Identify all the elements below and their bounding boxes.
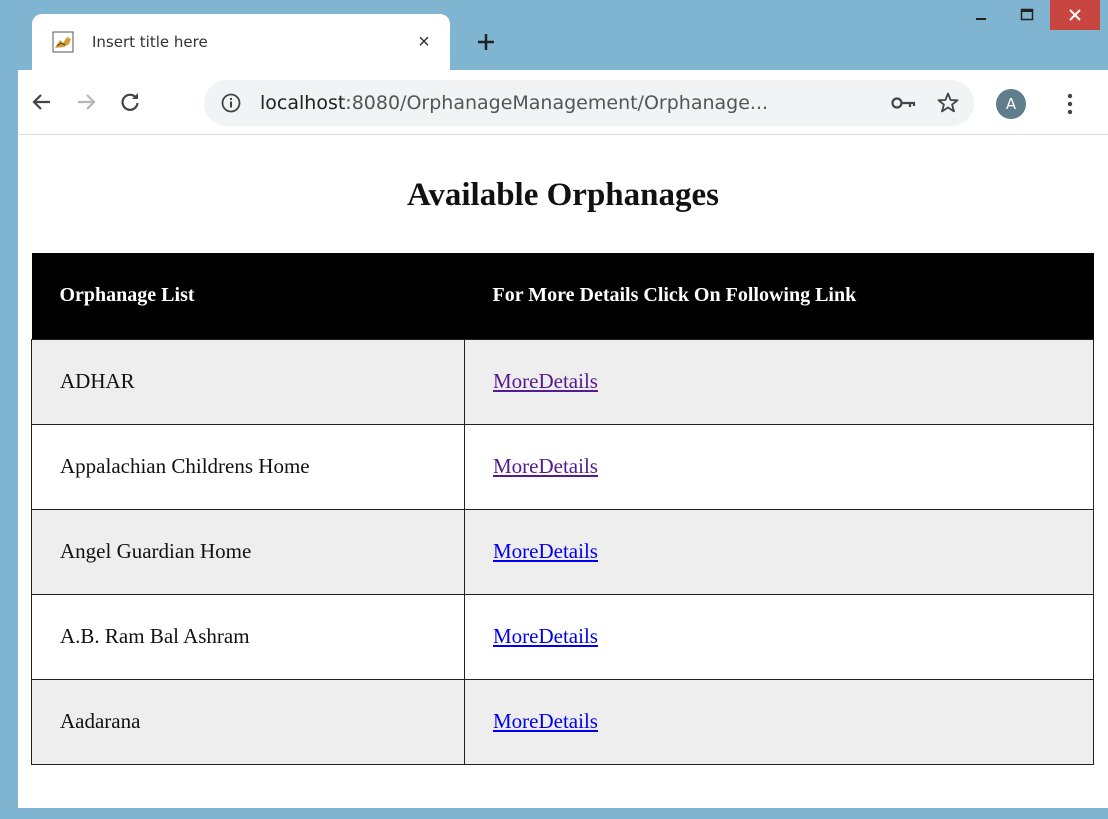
- forward-button[interactable]: [66, 82, 106, 122]
- more-details-link[interactable]: MoreDetails: [493, 369, 598, 393]
- column-header-details-link: For More Details Click On Following Link: [464, 253, 1094, 339]
- new-tab-button[interactable]: [472, 28, 500, 56]
- table-header-row: Orphanage List For More Details Click On…: [31, 253, 1094, 339]
- page-title: Available Orphanages: [406, 177, 719, 213]
- browser-toolbar: localhost:8080/OrphanageManagement/Orpha…: [18, 70, 1108, 134]
- arrow-left-icon: [32, 94, 50, 110]
- table-row: A.B. Ram Bal Ashram MoreDetails: [31, 593, 1094, 680]
- orphanage-table: Orphanage List For More Details Click On…: [31, 253, 1094, 765]
- orphanage-name: Aadarana: [31, 678, 465, 765]
- plus-icon: [478, 34, 494, 50]
- tab-title: Insert title here: [92, 33, 208, 51]
- tab-close-icon[interactable]: ×: [414, 31, 434, 54]
- close-icon: [1069, 9, 1081, 21]
- back-button[interactable]: [22, 82, 62, 122]
- orphanage-name: A.B. Ram Bal Ashram: [31, 593, 465, 680]
- details-cell: MoreDetails: [464, 678, 1094, 765]
- orphanage-name: Appalachian Childrens Home: [31, 423, 465, 510]
- url-host: localhost: [260, 92, 346, 114]
- more-details-link[interactable]: MoreDetails: [493, 624, 598, 648]
- minimize-icon: [976, 18, 986, 20]
- orphanage-name: Angel Guardian Home: [31, 508, 465, 595]
- star-icon[interactable]: [936, 91, 960, 115]
- column-header-orphanage-list: Orphanage List: [31, 253, 465, 339]
- more-details-link[interactable]: MoreDetails: [493, 709, 598, 733]
- kebab-menu-icon: [1067, 93, 1073, 115]
- info-icon[interactable]: [220, 92, 242, 114]
- minimize-button[interactable]: [958, 0, 1004, 30]
- details-cell: MoreDetails: [464, 508, 1094, 595]
- table-row: Aadarana MoreDetails: [31, 678, 1094, 765]
- details-cell: MoreDetails: [464, 423, 1094, 510]
- maximize-button[interactable]: [1004, 0, 1050, 30]
- key-icon[interactable]: [890, 92, 918, 114]
- reload-icon: [121, 93, 139, 111]
- reload-button[interactable]: [110, 82, 150, 122]
- orphanage-name: ADHAR: [31, 338, 465, 425]
- url-text[interactable]: localhost:8080/OrphanageManagement/Orpha…: [260, 92, 890, 114]
- page-viewport: Available Orphanages Orphanage List For …: [18, 135, 1108, 808]
- maximize-icon: [1020, 8, 1034, 21]
- arrow-right-icon: [78, 94, 96, 110]
- more-details-link[interactable]: MoreDetails: [493, 539, 598, 563]
- window-controls: [958, 0, 1100, 32]
- table-row: ADHAR MoreDetails: [31, 338, 1094, 425]
- more-details-link[interactable]: MoreDetails: [493, 454, 598, 478]
- details-cell: MoreDetails: [464, 593, 1094, 680]
- table-row: Angel Guardian Home MoreDetails: [31, 508, 1094, 595]
- close-window-button[interactable]: [1050, 0, 1100, 30]
- profile-avatar[interactable]: A: [996, 89, 1026, 119]
- window-frame-bottom: [18, 808, 1108, 819]
- browser-tab[interactable]: Insert title here ×: [32, 14, 450, 70]
- address-bar[interactable]: localhost:8080/OrphanageManagement/Orpha…: [204, 80, 974, 126]
- url-path: :8080/OrphanageManagement/Orphanage...: [345, 92, 769, 114]
- menu-button[interactable]: [1058, 88, 1082, 120]
- tomcat-icon: [52, 31, 74, 53]
- details-cell: MoreDetails: [464, 338, 1094, 425]
- table-row: Appalachian Childrens Home MoreDetails: [31, 423, 1094, 510]
